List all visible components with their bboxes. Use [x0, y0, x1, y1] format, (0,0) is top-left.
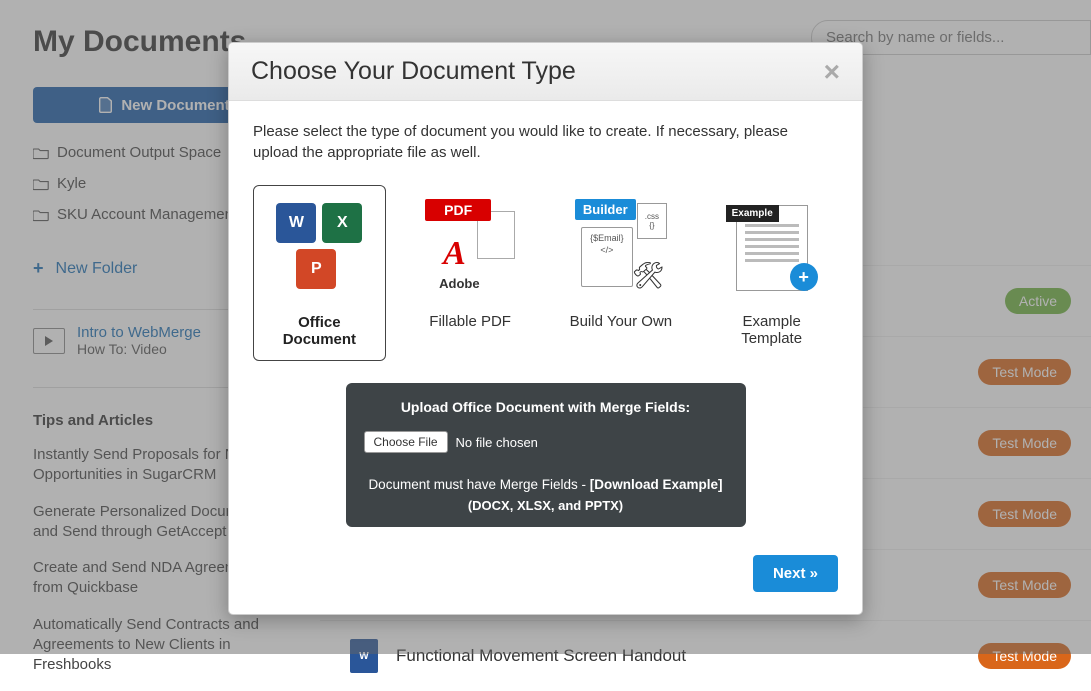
- close-icon[interactable]: ×: [824, 58, 840, 86]
- office-icon: W X P: [269, 196, 369, 296]
- modal-overlay: Choose Your Document Type × Please selec…: [0, 0, 1091, 654]
- choose-file-button[interactable]: Choose File: [364, 431, 448, 453]
- type-label: Office Document: [260, 314, 379, 348]
- type-label: Build Your Own: [570, 313, 673, 330]
- type-example-template[interactable]: Example + Example Template: [705, 185, 838, 361]
- upload-note-prefix: Document must have Merge Fields -: [368, 477, 589, 492]
- upload-panel: Upload Office Document with Merge Fields…: [346, 383, 746, 527]
- type-office-document[interactable]: W X P Office Document: [253, 185, 386, 361]
- upload-title: Upload Office Document with Merge Fields…: [362, 399, 730, 415]
- type-label: Fillable PDF: [429, 313, 511, 330]
- next-button[interactable]: Next »: [753, 555, 838, 592]
- modal-intro-text: Please select the type of document you w…: [253, 121, 813, 163]
- upload-note: Document must have Merge Fields - [Downl…: [362, 477, 730, 492]
- modal-header: Choose Your Document Type ×: [229, 43, 862, 101]
- pdf-icon: PDF A Adobe: [420, 195, 520, 295]
- modal-title: Choose Your Document Type: [251, 57, 576, 86]
- upload-formats: (DOCX, XLSX, and PPTX): [362, 498, 730, 513]
- download-example-link[interactable]: [Download Example]: [590, 477, 723, 492]
- type-build-your-own[interactable]: Builder .css{} {$Email}</> 🛠 Build Your …: [555, 185, 688, 361]
- choose-document-type-modal: Choose Your Document Type × Please selec…: [228, 42, 863, 615]
- type-label: Example Template: [711, 313, 832, 347]
- example-icon: Example +: [722, 195, 822, 295]
- document-type-grid: W X P Office Document PDF A Adobe: [253, 185, 838, 361]
- file-status-text: No file chosen: [456, 435, 538, 450]
- builder-icon: Builder .css{} {$Email}</> 🛠: [571, 195, 671, 295]
- type-fillable-pdf[interactable]: PDF A Adobe Fillable PDF: [404, 185, 537, 361]
